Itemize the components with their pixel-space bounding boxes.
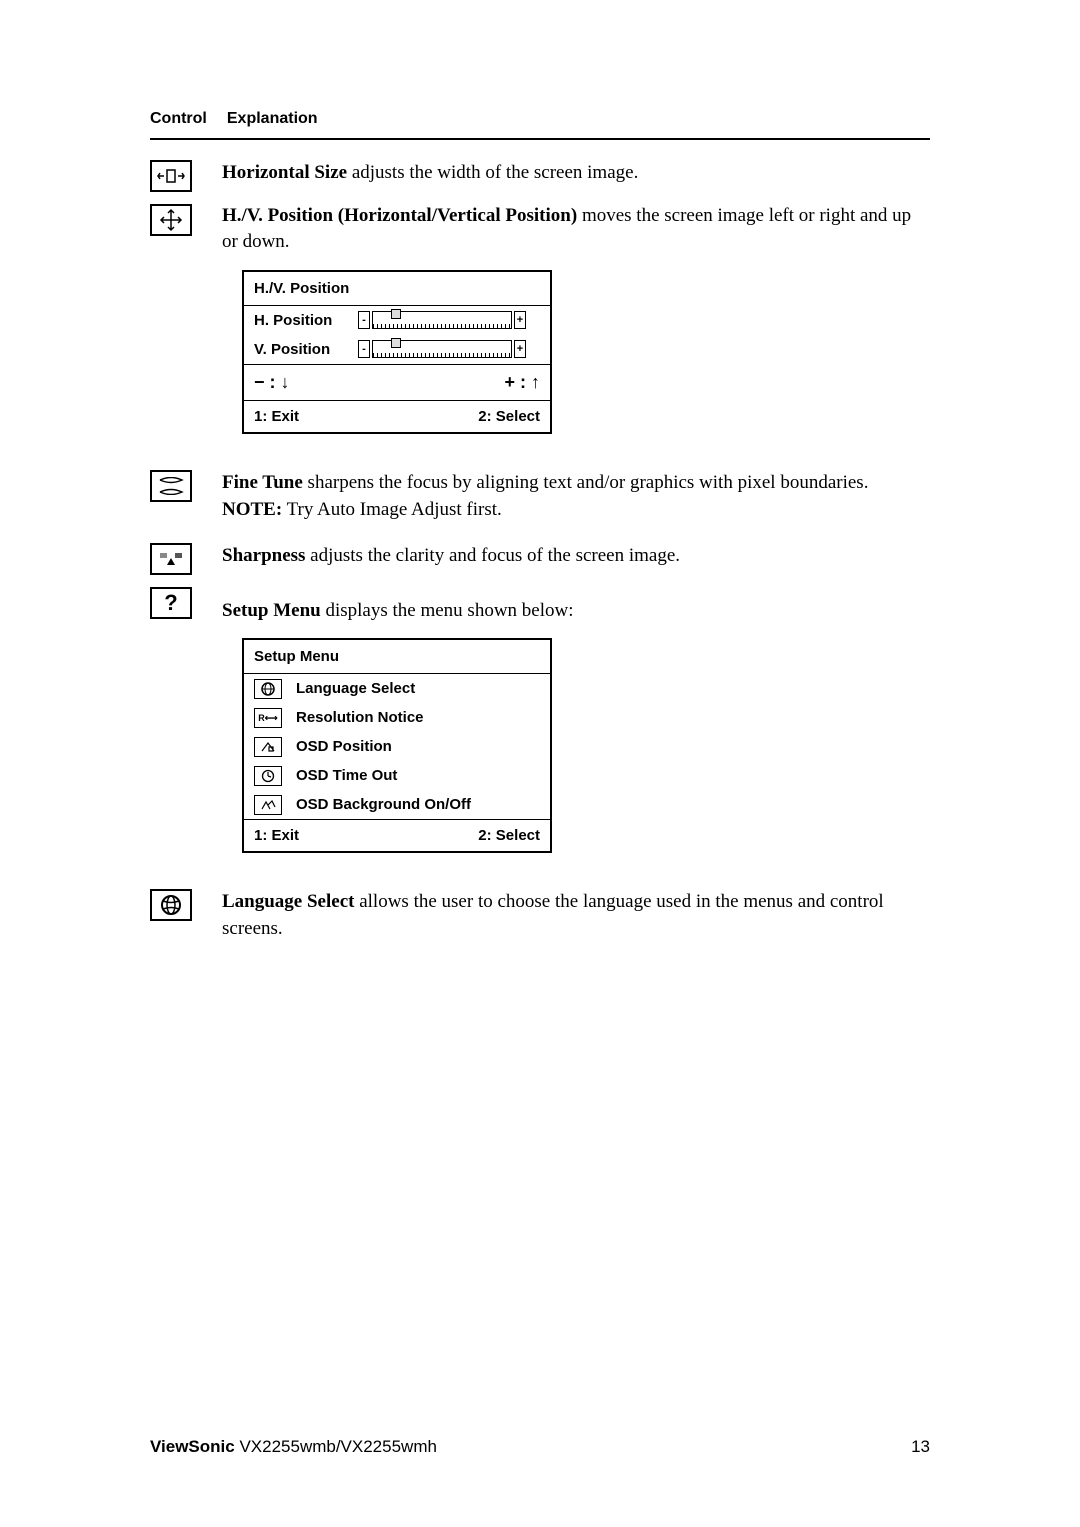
finetune-title: Fine Tune — [222, 472, 303, 493]
hv-panel-footer: 1: Exit 2: Select — [244, 400, 550, 432]
horizontal-size-icon — [150, 160, 192, 192]
hsize-title: Horizontal Size — [222, 162, 347, 183]
h-position-slider: - + — [358, 311, 526, 329]
slider-plus-icon: + — [514, 311, 526, 329]
hv-position-icon — [150, 204, 192, 236]
finetune-note: NOTE: Try Auto Image Adjust first. — [222, 497, 930, 524]
hv-row-hposition: H. Position - + — [244, 306, 550, 335]
setup-menu-panel: Setup Menu Language Select R⟷ Resolution… — [242, 638, 552, 853]
row-sharpness: ? Sharpness adjusts the clarity and focu… — [150, 543, 930, 873]
langsel-title: Language Select — [222, 891, 354, 912]
exit-label: 1: Exit — [254, 825, 299, 846]
setup-row-osdtimeout: OSD Time Out — [244, 761, 550, 790]
hv-panel-controls: − : ↓ + : ↑ — [244, 364, 550, 400]
slider-track — [372, 340, 512, 358]
hv-panel-title: H./V. Position — [244, 272, 550, 306]
hv-position-panel: H./V. Position H. Position - + V. Positi… — [242, 270, 552, 434]
globe-icon — [150, 889, 192, 921]
setup-row-language: Language Select — [244, 674, 550, 703]
langsel-text: Language Select allows the user to choos… — [222, 889, 930, 942]
hsize-text: Horizontal Size adjusts the width of the… — [222, 160, 930, 187]
setupmenu-text: Setup Menu displays the menu shown below… — [222, 598, 930, 625]
row-fine-tune: Fine Tune sharpens the focus by aligning… — [150, 470, 930, 523]
resolution-icon: R⟷ — [254, 708, 282, 728]
finetune-text: Fine Tune sharpens the focus by aligning… — [222, 470, 930, 497]
slider-plus-icon: + — [514, 340, 526, 358]
footer-left: ViewSonic VX2255wmb/VX2255wmh — [150, 1437, 437, 1457]
setup-row-resolution: R⟷ Resolution Notice — [244, 703, 550, 732]
header-explanation: Explanation — [227, 110, 318, 128]
fine-tune-icon — [150, 470, 192, 502]
osd-bg-icon — [254, 795, 282, 815]
page-number: 13 — [911, 1437, 930, 1457]
sharpness-icon — [150, 543, 192, 575]
table-header: Control Explanation — [150, 110, 930, 140]
row-horizontal-size: Horizontal Size adjusts the width of the… — [150, 160, 930, 454]
setup-menu-icon: ? — [150, 587, 192, 619]
select-label: 2: Select — [478, 825, 540, 846]
hvpos-title: H./V. Position (Horizontal/Vertical Posi… — [222, 205, 577, 226]
plus-up: + : ↑ — [504, 370, 540, 395]
setup-row-osdposition: OSD Position — [244, 732, 550, 761]
page-footer: ViewSonic VX2255wmb/VX2255wmh 13 — [150, 1437, 930, 1457]
globe-icon — [254, 679, 282, 699]
setup-panel-title: Setup Menu — [244, 640, 550, 674]
minus-down: − : ↓ — [254, 370, 290, 395]
slider-minus-icon: - — [358, 340, 370, 358]
exit-label: 1: Exit — [254, 406, 299, 427]
slider-track — [372, 311, 512, 329]
setupmenu-title: Setup Menu — [222, 600, 321, 621]
slider-thumb — [391, 338, 401, 348]
v-position-slider: - + — [358, 340, 526, 358]
sharpness-title: Sharpness — [222, 545, 305, 566]
clock-icon — [254, 766, 282, 786]
header-control: Control — [150, 110, 207, 128]
slider-thumb — [391, 309, 401, 319]
setup-row-osdbg: OSD Background On/Off — [244, 790, 550, 819]
select-label: 2: Select — [478, 406, 540, 427]
slider-minus-icon: - — [358, 311, 370, 329]
setup-panel-footer: 1: Exit 2: Select — [244, 819, 550, 851]
osd-position-icon — [254, 737, 282, 757]
hvpos-text: H./V. Position (Horizontal/Vertical Posi… — [222, 203, 930, 256]
hv-row-vposition: V. Position - + — [244, 335, 550, 364]
sharpness-text: Sharpness adjusts the clarity and focus … — [222, 543, 930, 570]
row-language-select: Language Select allows the user to choos… — [150, 889, 930, 942]
